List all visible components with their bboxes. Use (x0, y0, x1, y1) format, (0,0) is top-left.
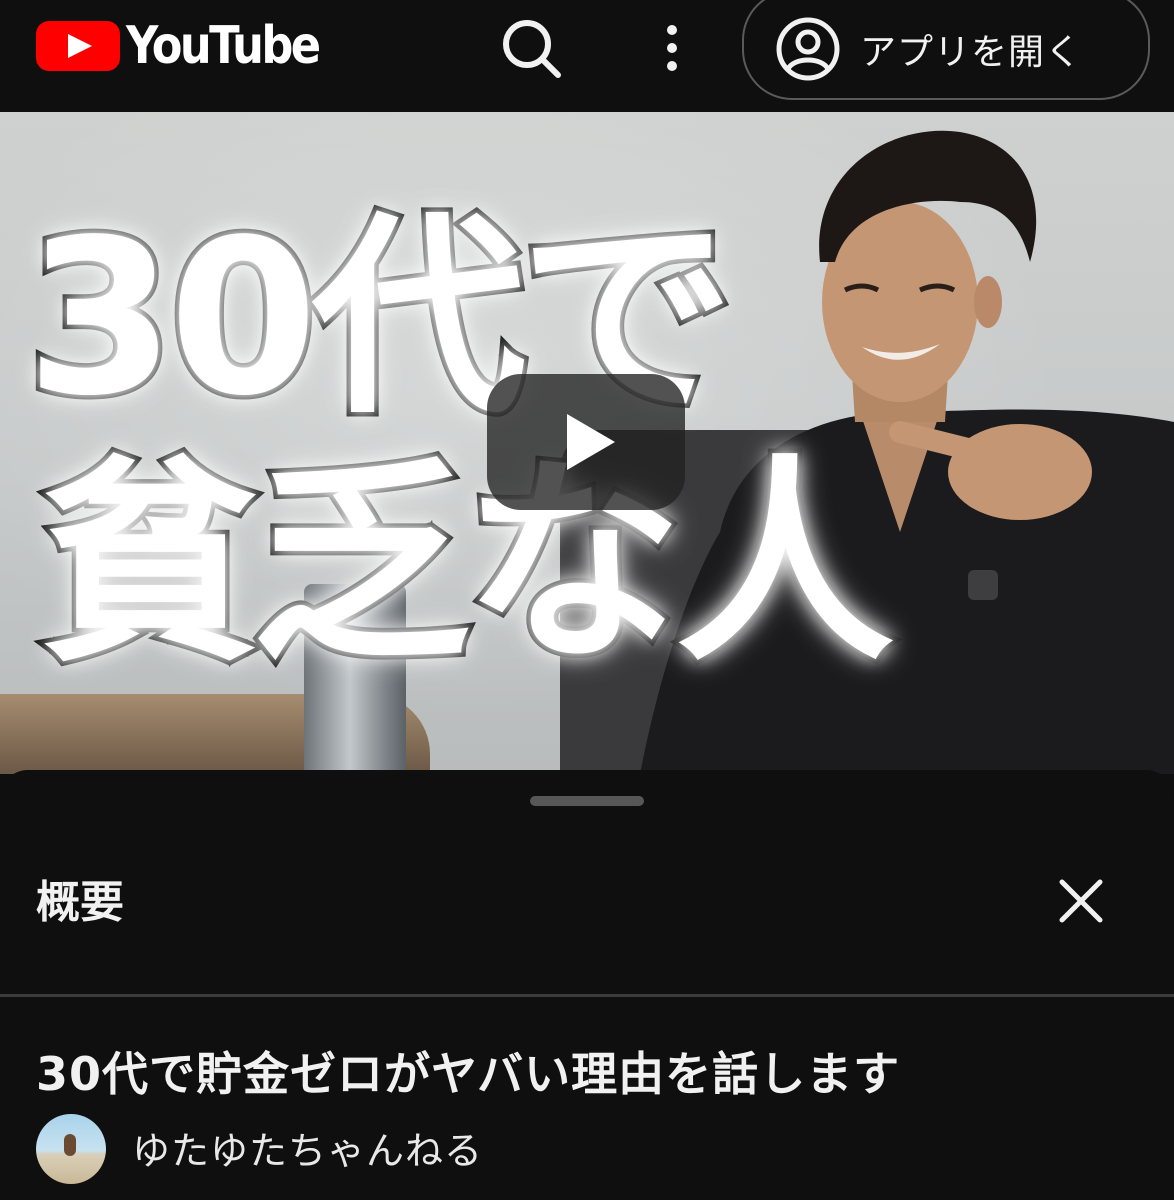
drag-handle[interactable] (530, 796, 644, 806)
open-app-label: アプリを開く (860, 32, 1083, 73)
description-panel: 概要 30代で貯金ゼロがヤバい理由を話します ゆたゆたちゃんねる (0, 770, 1174, 1200)
play-icon[interactable] (487, 374, 685, 510)
more-vert-icon[interactable] (648, 14, 696, 82)
youtube-logo-icon (36, 21, 120, 71)
open-app-button[interactable]: アプリを開く (742, 0, 1150, 100)
search-icon[interactable] (498, 14, 566, 82)
video-title: 30代で貯金ゼロがヤバい理由を話します (36, 1047, 901, 1101)
panel-title: 概要 (36, 877, 124, 928)
youtube-mobile-page: YouTube アプリを開く 30代で 貧乏な人 概要 30代で貯金ゼロがヤバい… (0, 0, 1174, 1200)
close-icon[interactable] (1046, 866, 1116, 936)
top-app-bar: YouTube アプリを開く (0, 0, 1174, 112)
thumbnail-text-line2: 貧乏な人 (36, 438, 899, 691)
video-player[interactable]: 30代で 貧乏な人 (0, 112, 1174, 774)
panel-divider (0, 994, 1174, 997)
channel-name[interactable]: ゆたゆたちゃんねる (132, 1120, 483, 1175)
channel-avatar[interactable] (36, 1114, 106, 1184)
youtube-logo[interactable]: YouTube (36, 20, 350, 72)
account-circle-icon (776, 17, 840, 81)
logo-text: YouTube (126, 16, 321, 76)
